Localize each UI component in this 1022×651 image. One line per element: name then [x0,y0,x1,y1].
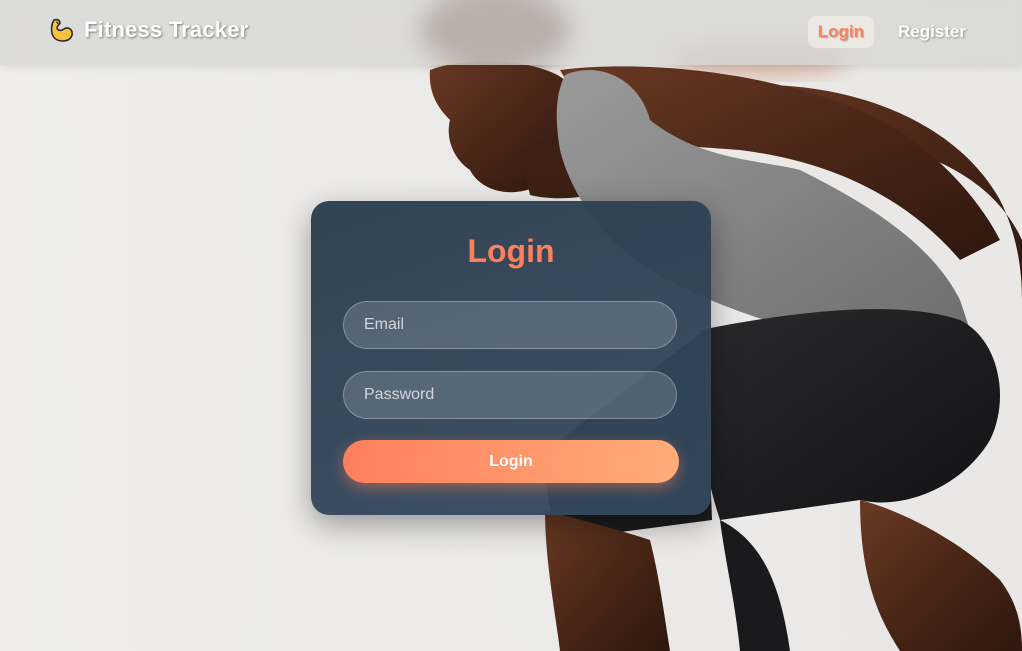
login-card: Login Login [311,201,711,515]
nav-links: Login Register [807,16,976,48]
brand-logo-link[interactable]: Fitness Tracker [48,16,248,44]
nav-login-link[interactable]: Login [807,16,874,48]
password-input[interactable] [343,371,677,419]
nav-register-link[interactable]: Register [888,16,976,48]
top-navbar: Fitness Tracker Login Register [0,0,1022,65]
email-input[interactable] [343,301,677,349]
flexed-biceps-icon [48,16,76,44]
login-submit-button[interactable]: Login [343,440,679,483]
login-title: Login [467,233,555,269]
brand-name: Fitness Tracker [84,17,249,42]
